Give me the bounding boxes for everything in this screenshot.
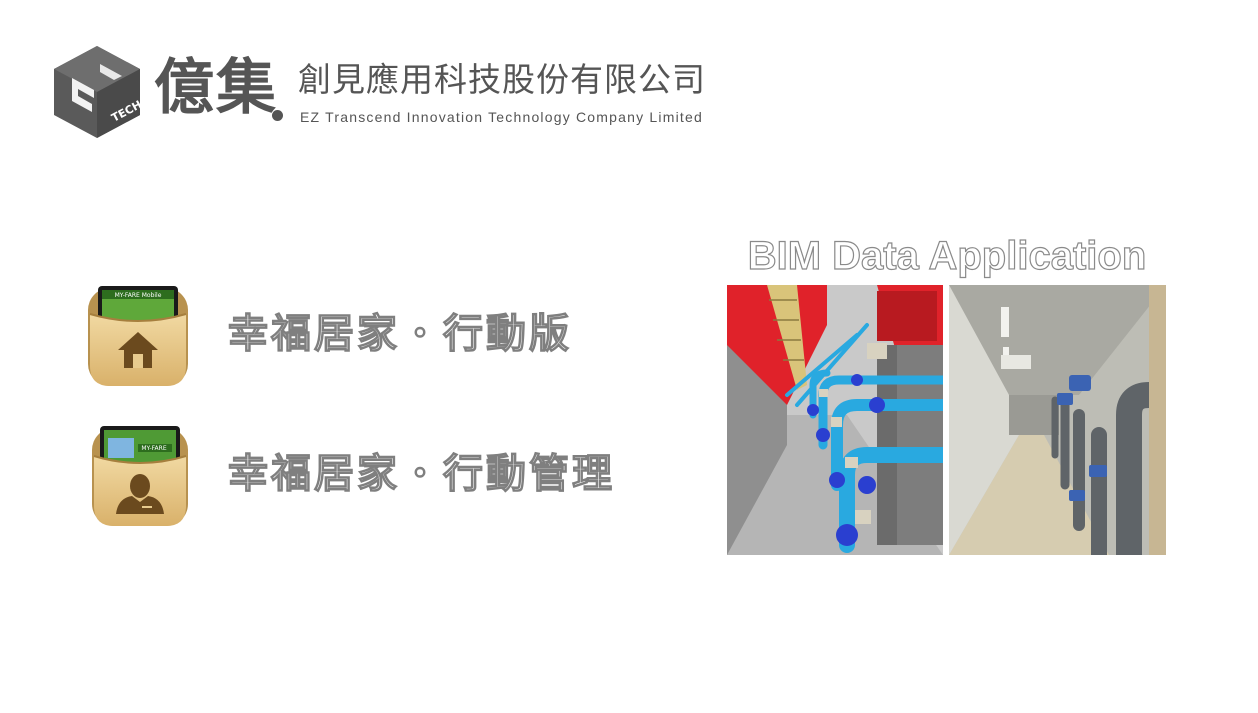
svg-text:MY-FARE Mobile: MY-FARE Mobile (115, 292, 162, 299)
brand-name-en: EZ Transcend Innovation Technology Compa… (300, 109, 703, 125)
app-title-mobile[interactable]: 幸福居家・行動版 (227, 306, 572, 362)
company-logo-icon: TECH. (52, 44, 148, 140)
brand-big-text: 億集 (154, 53, 278, 123)
site-photo-image (949, 285, 1166, 555)
app-icon-mobile[interactable]: MY-FARE Mobile (86, 284, 190, 388)
svg-text:MY-FARE: MY-FARE (141, 445, 166, 452)
brand-dot (272, 110, 283, 121)
bim-3d-model-image (727, 285, 943, 555)
page: TECH. 億集 創見應用科技股份有限公司 EZ Transcend Innov… (0, 0, 1258, 713)
app-icon-management[interactable]: MY-FARE (86, 424, 190, 528)
bim-title: BIM Data Application (747, 233, 1147, 278)
app-title-management[interactable]: 幸福居家・行動管理 (227, 446, 615, 502)
brand-name-cn: 創見應用科技股份有限公司 (298, 60, 706, 99)
